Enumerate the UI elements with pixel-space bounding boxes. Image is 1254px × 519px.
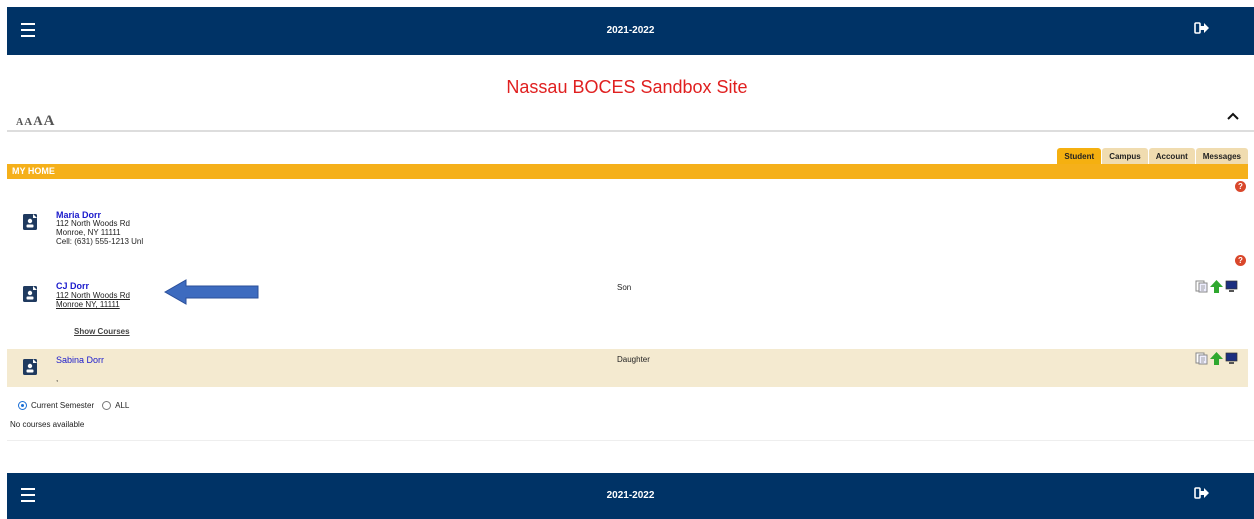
help-icon[interactable]: ? (1235, 181, 1246, 192)
school-year[interactable]: 2021-2022 (7, 25, 1254, 36)
student-actions (1195, 352, 1238, 365)
student-address-line1: , (56, 374, 59, 383)
all-semesters-label: ALL (115, 401, 130, 410)
bottom-bar: 2021-2022 (7, 473, 1254, 519)
tab-student[interactable]: Student (1057, 148, 1102, 165)
show-courses-link[interactable]: Show Courses (74, 327, 130, 336)
student-name-link[interactable]: CJ Dorr (56, 281, 89, 291)
current-semester-radio[interactable] (18, 401, 27, 410)
documents-icon[interactable] (1195, 280, 1208, 293)
parent-address-line1: 112 North Woods Rd (56, 219, 130, 228)
annotation-arrow-icon (164, 279, 259, 305)
my-home-title: MY HOME (12, 166, 55, 176)
student-address-line1[interactable]: 112 North Woods Rd (56, 291, 130, 300)
site-title: Nassau BOCES Sandbox Site (506, 77, 748, 97)
monitor-icon[interactable] (1225, 352, 1238, 365)
up-arrow-icon[interactable] (1210, 352, 1223, 365)
font-size-small[interactable]: A (16, 117, 23, 128)
student-relation: Son (617, 283, 632, 292)
person-card-icon (23, 286, 37, 302)
semester-filter: Current Semester ALL (18, 401, 129, 410)
top-bar: 2021-2022 (7, 7, 1254, 55)
sign-out-icon[interactable] (1194, 486, 1210, 500)
header-divider (7, 130, 1254, 132)
person-card-icon (23, 359, 37, 375)
parent-phone: Cell: (631) 555-1213 Unl (56, 237, 144, 246)
tab-bar: Student Campus Account Messages (1057, 148, 1248, 165)
font-size-xlarge[interactable]: A (44, 113, 55, 129)
documents-icon[interactable] (1195, 352, 1208, 365)
parent-address-line2: Monroe, NY 11111 (56, 228, 121, 237)
font-size-medium[interactable]: A (24, 116, 32, 128)
student-relation: Daughter (617, 355, 650, 364)
student-name-link[interactable]: Sabina Dorr (56, 355, 104, 365)
font-size-selector: AAAA (16, 112, 55, 130)
font-size-large[interactable]: A (33, 113, 42, 128)
up-arrow-icon[interactable] (1210, 280, 1223, 293)
person-card-icon (23, 214, 37, 230)
current-semester-label: Current Semester (31, 401, 95, 410)
tab-account[interactable]: Account (1148, 148, 1195, 165)
tab-messages[interactable]: Messages (1195, 148, 1248, 165)
student-actions (1195, 280, 1238, 293)
my-home-bar: MY HOME (7, 164, 1248, 179)
student-address-line2[interactable]: Monroe NY, 11111 (56, 300, 120, 309)
sign-out-icon[interactable] (1194, 21, 1210, 35)
content-divider (7, 440, 1254, 441)
chevron-up-icon[interactable] (1226, 110, 1240, 122)
help-icon[interactable]: ? (1235, 255, 1246, 266)
all-semesters-radio[interactable] (102, 401, 112, 410)
monitor-icon[interactable] (1225, 280, 1238, 293)
tab-campus[interactable]: Campus (1102, 148, 1148, 165)
no-courses-message: No courses available (10, 420, 85, 429)
school-year[interactable]: 2021-2022 (7, 490, 1254, 501)
